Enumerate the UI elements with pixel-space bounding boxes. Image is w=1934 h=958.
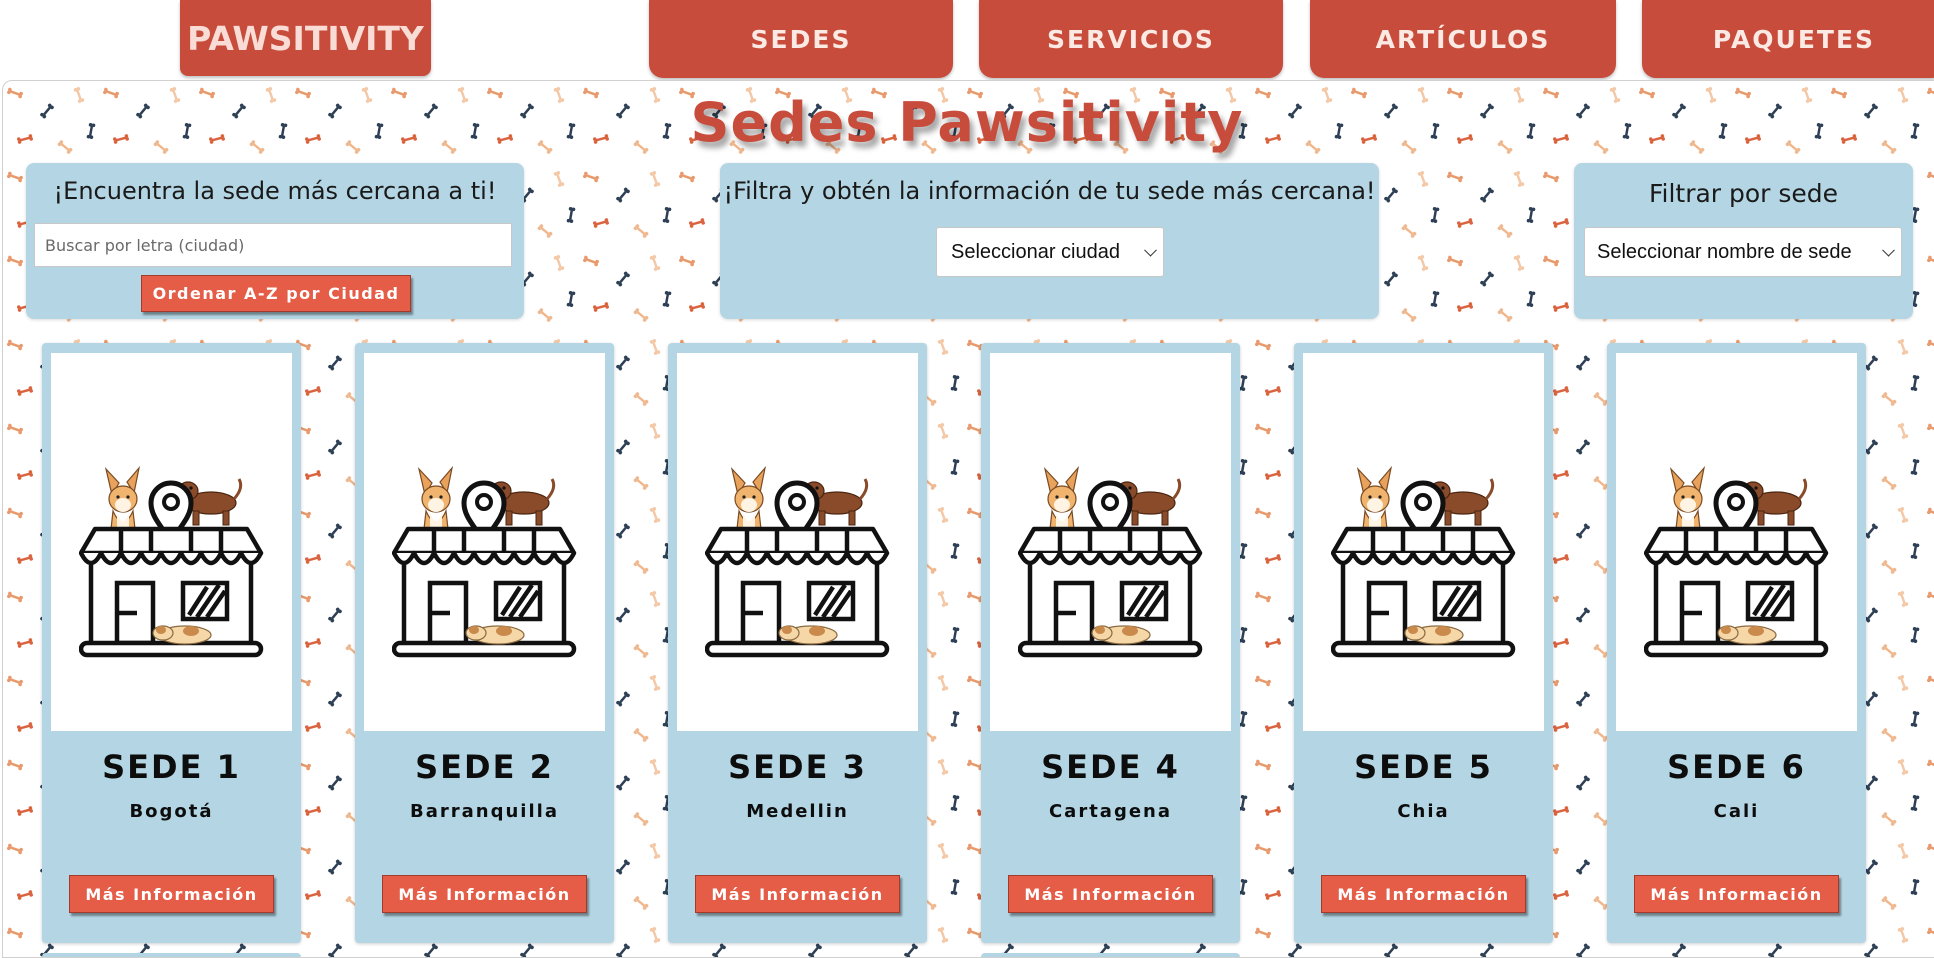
corgi-icon xyxy=(417,465,454,530)
pet-store-image xyxy=(364,353,605,731)
more-info-button[interactable]: Más Información xyxy=(1321,875,1526,913)
sede-title: SEDE 3 xyxy=(728,748,867,786)
sede-card: SEDE 2 Barranquilla Más Información xyxy=(355,343,614,943)
pet-store-image xyxy=(677,353,918,731)
pet-store-location-icon xyxy=(392,465,577,658)
sede-card: SEDE 6 Cali Más Información xyxy=(1607,343,1866,943)
pet-store-location-icon xyxy=(79,465,264,658)
nav-item-servicios[interactable]: SERVICIOS xyxy=(979,0,1283,78)
sede-city: Barranquilla xyxy=(410,801,559,822)
pet-store-location-icon xyxy=(1644,465,1829,658)
corgi-icon xyxy=(104,465,141,530)
more-info-button[interactable]: Más Información xyxy=(69,875,274,913)
main-content: Sedes Pawsitivity ¡Encuentra la sede más… xyxy=(2,80,1934,958)
sede-title: SEDE 4 xyxy=(1041,748,1180,786)
sede-city: Bogotá xyxy=(129,801,214,822)
nav-item-paquetes[interactable]: PAQUETES xyxy=(1642,0,1934,78)
more-info-button[interactable]: Más Información xyxy=(1634,875,1839,913)
pet-store-image xyxy=(1616,353,1857,731)
sede-filter-title: Filtrar por sede xyxy=(1648,179,1839,208)
sede-title: SEDE 5 xyxy=(1354,748,1493,786)
city-filter-title: ¡Filtra y obtén la información de tu sed… xyxy=(723,177,1376,205)
corgi-icon xyxy=(1669,465,1706,530)
pet-store-image xyxy=(990,353,1231,731)
city-select-value: Seleccionar ciudad xyxy=(951,240,1120,263)
corgi-icon xyxy=(1356,465,1393,530)
sede-title: SEDE 6 xyxy=(1667,748,1806,786)
city-filter-panel: ¡Filtra y obtén la información de tu sed… xyxy=(720,163,1379,319)
chevron-down-icon xyxy=(1882,243,1895,257)
corgi-icon xyxy=(730,465,767,530)
sede-city: Cali xyxy=(1713,801,1760,822)
pet-store-image xyxy=(51,353,292,731)
sede-name-select[interactable]: Seleccionar nombre de sede xyxy=(1584,227,1902,277)
search-panel: ¡Encuentra la sede más cercana a ti! Ord… xyxy=(26,163,524,319)
search-panel-title: ¡Encuentra la sede más cercana a ti! xyxy=(53,177,497,205)
city-select[interactable]: Seleccionar ciudad xyxy=(936,227,1164,277)
city-search-input[interactable] xyxy=(34,223,512,267)
sede-city: Medellin xyxy=(746,801,849,822)
more-info-button[interactable]: Más Información xyxy=(1008,875,1213,913)
pet-store-location-icon xyxy=(705,465,890,658)
sede-city: Chia xyxy=(1397,801,1450,822)
brand-logo[interactable]: PAWSITIVITY xyxy=(180,0,431,76)
sort-az-by-city-button[interactable]: Ordenar A-Z por Ciudad xyxy=(141,275,411,312)
corgi-icon xyxy=(1043,465,1080,530)
sede-card: SEDE 4 Cartagena Más Información xyxy=(981,343,1240,943)
sede-filter-panel: Filtrar por sede Seleccionar nombre de s… xyxy=(1574,163,1913,319)
sede-title: SEDE 1 xyxy=(102,748,241,786)
pet-store-location-icon xyxy=(1331,465,1516,658)
sede-card: SEDE 3 Medellin Más Información xyxy=(668,343,927,943)
sede-card: SEDE 5 Chia Más Información xyxy=(1294,343,1553,943)
sede-card: SEDE 1 Bogotá Más Información xyxy=(42,343,301,943)
more-info-button[interactable]: Más Información xyxy=(382,875,587,913)
chevron-down-icon xyxy=(1144,243,1157,257)
nav-item-articulos[interactable]: ARTÍCULOS xyxy=(1310,0,1616,78)
pet-store-image xyxy=(1303,353,1544,731)
pet-store-location-icon xyxy=(1018,465,1203,658)
more-info-button[interactable]: Más Información xyxy=(695,875,900,913)
sede-select-value: Seleccionar nombre de sede xyxy=(1597,240,1852,263)
sede-title: SEDE 2 xyxy=(415,748,554,786)
nav-item-sedes[interactable]: SEDES xyxy=(649,0,953,78)
sede-city: Cartagena xyxy=(1048,801,1173,822)
page-title: Sedes Pawsitivity xyxy=(690,91,1244,154)
